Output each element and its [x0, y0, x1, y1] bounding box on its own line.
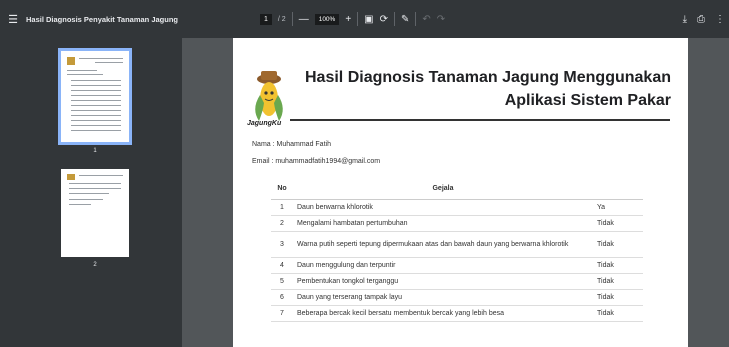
table-row: 7 Beberapa bercak kecil bersatu membentu… [271, 305, 643, 322]
symptom-answer: Tidak [593, 305, 643, 322]
thumbnail-label-1: 1 [93, 148, 97, 154]
table-row: 2 Mengalami hambatan pertumbuhan Tidak [271, 215, 643, 232]
document-heading-line1: Hasil Diagnosis Tanaman Jagung Menggunak… [305, 69, 671, 86]
table-row: 6 Daun yang terserang tampak layu Tidak [271, 289, 643, 306]
pdf-toolbar: ☰ Hasil Diagnosis Penyakit Tanaman Jagun… [0, 0, 729, 38]
divider [394, 12, 396, 26]
symptom-text: Mengalami hambatan pertumbuhan [293, 215, 593, 232]
zoom-input[interactable]: 100% [314, 13, 340, 25]
symptom-answer: Tidak [593, 215, 643, 232]
page-number-input[interactable]: 1 [260, 13, 272, 25]
column-header-no: No [271, 179, 293, 200]
rotate-icon[interactable]: ⟳ [380, 14, 388, 25]
column-header-answer [593, 179, 643, 200]
row-number: 6 [271, 289, 293, 306]
symptom-answer: Ya [593, 199, 643, 216]
page-total: / 2 [277, 15, 286, 23]
document-title: Hasil Diagnosis Penyakit Tanaman Jagung [26, 14, 178, 24]
zoom-out-button[interactable]: — [299, 14, 309, 25]
jagungku-logo [255, 71, 283, 121]
symptom-text: Warna putih seperti tepung dipermukaan a… [293, 231, 593, 258]
user-email: Email : muhammadfatih1994@gmail.com [252, 158, 381, 165]
page-controls: 1 / 2 — 100% + ▣ ⟳ ✎ ↶ ↷ [260, 12, 445, 26]
pdf-page: JagungKu Hasil Diagnosis Tanaman Jagung … [233, 38, 688, 347]
table-row: 4 Daun menggulung dan terpuntir Tidak [271, 257, 643, 274]
symptom-text: Daun berwarna khlorotik [293, 199, 593, 216]
table-header-row: No Gejala [271, 179, 643, 200]
thumbnail-label-2: 2 [93, 262, 97, 268]
column-header-gejala: Gejala [293, 179, 593, 200]
symptom-text: Beberapa bercak kecil bersatu membentuk … [293, 305, 593, 322]
row-number: 2 [271, 215, 293, 232]
heading-rule [290, 119, 670, 121]
divider [291, 12, 293, 26]
redo-icon[interactable]: ↷ [437, 14, 445, 25]
document-heading-line2: Aplikasi Sistem Pakar [504, 92, 671, 109]
symptom-answer: Tidak [593, 289, 643, 306]
table-row: 1 Daun berwarna khlorotik Ya [271, 199, 643, 216]
more-options-icon[interactable]: ⋮ [715, 14, 725, 25]
fit-page-icon[interactable]: ▣ [364, 14, 373, 25]
print-icon[interactable]: ⎙ [697, 14, 705, 25]
symptom-answer: Tidak [593, 231, 643, 258]
toolbar-right: ⤓ ⎙ ⋮ [683, 0, 725, 38]
undo-icon[interactable]: ↶ [422, 14, 430, 25]
annotate-icon[interactable]: ✎ [401, 14, 409, 25]
symptom-text: Daun menggulung dan terpuntir [293, 257, 593, 274]
symptom-table: No Gejala 1 Daun berwarna khlorotik Ya 2… [271, 179, 643, 322]
symptom-answer: Tidak [593, 257, 643, 274]
page-thumbnail-1[interactable] [58, 48, 132, 145]
hamburger-icon[interactable]: ☰ [0, 13, 26, 26]
symptom-answer: Tidak [593, 273, 643, 290]
user-name: Nama : Muhammad Fatih [252, 141, 331, 148]
row-number: 7 [271, 305, 293, 322]
thumbnail-sidebar: 1 2 [0, 38, 182, 347]
row-number: 3 [271, 231, 293, 258]
table-row: 5 Pembentukan tongkol terganggu Tidak [271, 273, 643, 290]
page-thumbnail-2[interactable] [61, 169, 129, 257]
row-number: 1 [271, 199, 293, 216]
row-number: 4 [271, 257, 293, 274]
table-row: 3 Warna putih seperti tepung dipermukaan… [271, 231, 643, 258]
divider [415, 12, 417, 26]
zoom-in-button[interactable]: + [345, 14, 351, 25]
logo-text: JagungKu [247, 120, 282, 127]
row-number: 5 [271, 273, 293, 290]
download-icon[interactable]: ⤓ [683, 14, 687, 25]
symptom-text: Pembentukan tongkol terganggu [293, 273, 593, 290]
symptom-text: Daun yang terserang tampak layu [293, 289, 593, 306]
divider [357, 12, 359, 26]
